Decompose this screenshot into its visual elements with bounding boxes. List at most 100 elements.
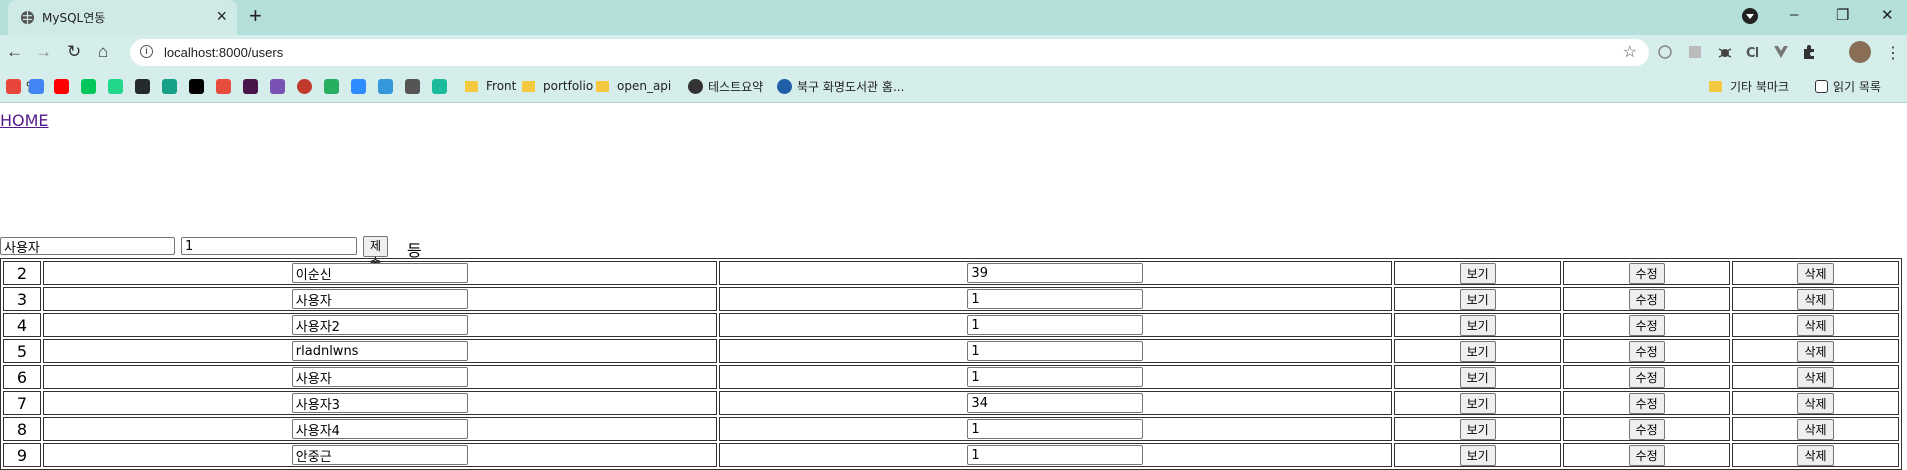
home-icon[interactable]: ⌂	[98, 43, 108, 61]
bookmark-item[interactable]	[378, 78, 398, 94]
view-button[interactable]: 보기	[1459, 418, 1496, 440]
delete-button[interactable]: 삭제	[1797, 392, 1834, 414]
age-input[interactable]	[967, 263, 1144, 284]
close-window-icon[interactable]: ✕	[1881, 6, 1894, 24]
submit-button[interactable]: 제출	[363, 236, 389, 270]
extension-icon[interactable]	[1657, 44, 1673, 60]
new-tab-icon[interactable]: +	[249, 5, 262, 27]
bookmark-item[interactable]	[405, 78, 425, 94]
bookmark-item[interactable]	[29, 78, 49, 94]
view-button[interactable]: 보기	[1459, 444, 1496, 466]
extension-icon[interactable]: C	[1745, 44, 1761, 60]
address-bar[interactable]: i localhost:8000/users ☆	[130, 39, 1649, 66]
extension-icon[interactable]	[1687, 44, 1703, 60]
name-input[interactable]	[291, 341, 468, 362]
age-input[interactable]	[967, 367, 1144, 388]
name-input[interactable]	[291, 419, 468, 440]
bookmark-item[interactable]	[54, 78, 74, 94]
delete-button[interactable]: 삭제	[1797, 340, 1834, 362]
bookmark-item[interactable]	[432, 78, 452, 94]
edit-button[interactable]: 수정	[1628, 444, 1665, 466]
delete-button[interactable]: 삭제	[1797, 262, 1834, 284]
bookmarks-bar: 기타 북마크 읽기 목록 앱Frontportfolioopen_api테스트요…	[0, 70, 1907, 103]
delete-button[interactable]: 삭제	[1797, 314, 1834, 336]
edit-button[interactable]: 수정	[1628, 314, 1665, 336]
home-link[interactable]: HOME	[0, 111, 49, 130]
bookmark-item[interactable]	[297, 78, 317, 94]
age-input[interactable]	[967, 341, 1144, 362]
back-icon[interactable]: ←	[6, 43, 23, 61]
name-input[interactable]	[291, 263, 468, 284]
bookmark-item[interactable]: Front	[465, 78, 516, 94]
bookmark-item[interactable]	[108, 78, 128, 94]
info-icon[interactable]: i	[140, 45, 153, 58]
bug-extension-icon[interactable]	[1717, 44, 1733, 60]
view-button[interactable]: 보기	[1459, 392, 1496, 414]
bookmark-item[interactable]	[243, 78, 263, 94]
bookmark-item[interactable]	[324, 78, 344, 94]
edit-button[interactable]: 수정	[1628, 262, 1665, 284]
bookmark-star-icon[interactable]: ☆	[1623, 42, 1637, 62]
tab-search-icon[interactable]	[1742, 8, 1758, 24]
bookmark-item[interactable]: open_api	[596, 78, 671, 94]
edit-cell: 수정	[1563, 391, 1731, 415]
user-id: 3	[3, 287, 41, 311]
avatar[interactable]	[1849, 41, 1871, 63]
name-input[interactable]	[291, 289, 468, 310]
bookmark-item[interactable]	[162, 78, 182, 94]
age-field[interactable]	[181, 237, 357, 255]
bookmark-item[interactable]	[81, 78, 101, 94]
age-cell	[718, 365, 1393, 389]
other-bookmarks-label: 기타 북마크	[1730, 79, 1790, 94]
edit-button[interactable]: 수정	[1628, 418, 1665, 440]
forward-icon[interactable]: →	[35, 43, 52, 61]
edit-button[interactable]: 수정	[1628, 288, 1665, 310]
delete-button[interactable]: 삭제	[1797, 418, 1834, 440]
github-icon	[135, 78, 150, 94]
bookmark-item[interactable]	[351, 78, 371, 94]
active-tab[interactable]: MySQL연동 ×	[8, 0, 237, 35]
edit-button[interactable]: 수정	[1628, 366, 1665, 388]
table-row: 3 보기 수정 삭제	[3, 287, 1899, 311]
vue-extension-icon[interactable]	[1773, 44, 1789, 60]
age-input[interactable]	[967, 445, 1144, 466]
name-input[interactable]	[291, 367, 468, 388]
puzzle-icon[interactable]	[1801, 44, 1817, 60]
bookmark-item[interactable]	[216, 78, 236, 94]
view-button[interactable]: 보기	[1459, 314, 1496, 336]
name-input[interactable]	[291, 315, 468, 336]
view-button[interactable]: 보기	[1459, 366, 1496, 388]
view-button[interactable]: 보기	[1459, 262, 1496, 284]
age-input[interactable]	[967, 393, 1144, 414]
users-table: 2보기수정삭제3보기수정삭제4보기수정삭제5보기수정삭제6보기수정삭제7보기수정…	[0, 258, 1902, 470]
name-field[interactable]	[0, 237, 175, 255]
age-input[interactable]	[967, 289, 1144, 310]
view-button[interactable]: 보기	[1459, 288, 1496, 310]
view-button[interactable]: 보기	[1459, 340, 1496, 362]
menu-icon[interactable]: ⋮	[1885, 43, 1901, 63]
age-input[interactable]	[967, 419, 1144, 440]
age-cell	[718, 313, 1393, 337]
bookmark-item[interactable]	[189, 78, 209, 94]
other-bookmarks[interactable]: 기타 북마크	[1709, 78, 1789, 94]
edit-button[interactable]: 수정	[1628, 340, 1665, 362]
close-tab-icon[interactable]: ×	[216, 7, 227, 25]
bookmark-item[interactable]	[135, 78, 155, 94]
bookmark-label: 북구 화명도서관 홈...	[797, 79, 905, 94]
edit-button[interactable]: 수정	[1628, 392, 1665, 414]
age-input[interactable]	[967, 315, 1144, 336]
name-input[interactable]	[291, 393, 468, 414]
delete-button[interactable]: 삭제	[1797, 366, 1834, 388]
bookmark-item[interactable]: portfolio	[522, 78, 593, 94]
delete-cell: 삭제	[1732, 287, 1899, 311]
name-input[interactable]	[291, 445, 468, 466]
bookmark-item[interactable]	[270, 78, 290, 94]
bookmark-item[interactable]: 테스트요약	[688, 78, 763, 94]
minimize-icon[interactable]: –	[1790, 6, 1798, 23]
bookmark-item[interactable]: 북구 화명도서관 홈...	[777, 78, 904, 94]
reload-icon[interactable]: ↻	[67, 43, 81, 61]
delete-button[interactable]: 삭제	[1797, 444, 1834, 466]
restore-icon[interactable]: ❐	[1836, 6, 1849, 24]
delete-button[interactable]: 삭제	[1797, 288, 1834, 310]
reading-list[interactable]: 읽기 목록	[1815, 78, 1881, 94]
